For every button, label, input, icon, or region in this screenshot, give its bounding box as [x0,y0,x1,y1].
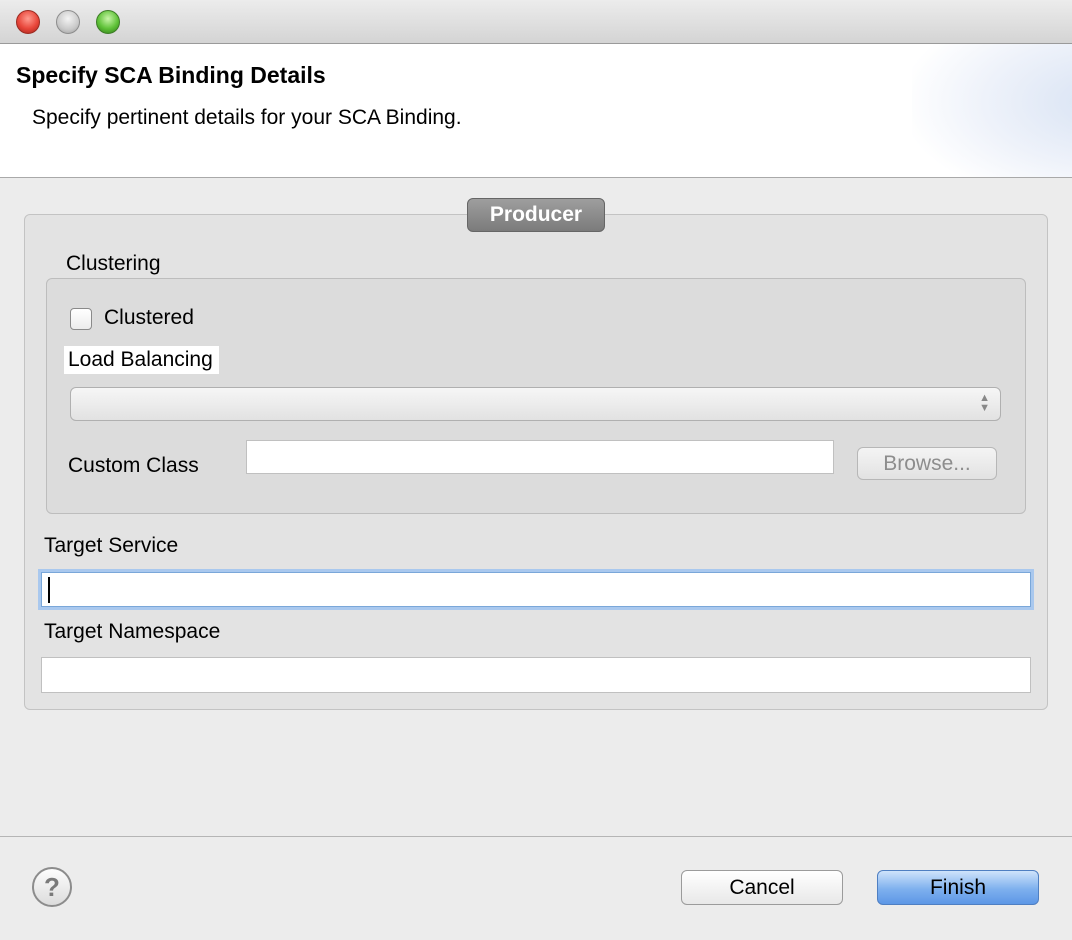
wizard-header: Specify SCA Binding Details Specify pert… [0,44,1072,178]
custom-class-label: Custom Class [68,454,199,477]
text-caret [48,577,50,603]
page-title: Specify SCA Binding Details [16,62,326,88]
target-service-input[interactable] [41,572,1031,607]
browse-button[interactable]: Browse... [857,447,997,480]
clustered-checkbox-label[interactable]: Clustered [104,306,194,330]
footer-divider [0,836,1072,837]
zoom-window-button[interactable] [96,10,120,34]
updown-arrows-icon: ▲ ▼ [979,392,990,414]
target-namespace-input[interactable] [41,657,1031,693]
target-namespace-label: Target Namespace [44,620,221,643]
producer-group-title: Producer [467,198,605,232]
minimize-window-button[interactable] [56,10,80,34]
page-subtitle: Specify pertinent details for your SCA B… [32,106,462,129]
clustering-label: Clustering [66,252,161,275]
target-service-label: Target Service [44,534,179,557]
close-window-button[interactable] [16,10,40,34]
window-titlebar [0,0,1072,44]
load-balancing-label: Load Balancing [64,346,219,374]
load-balancing-select[interactable]: ▲ ▼ [70,387,1001,421]
help-icon[interactable]: ? [32,867,72,907]
custom-class-input[interactable] [246,440,834,474]
cancel-button[interactable]: Cancel [681,870,843,905]
finish-button[interactable]: Finish [877,870,1039,905]
header-banner-art [912,44,1072,177]
clustered-checkbox[interactable] [70,308,92,330]
